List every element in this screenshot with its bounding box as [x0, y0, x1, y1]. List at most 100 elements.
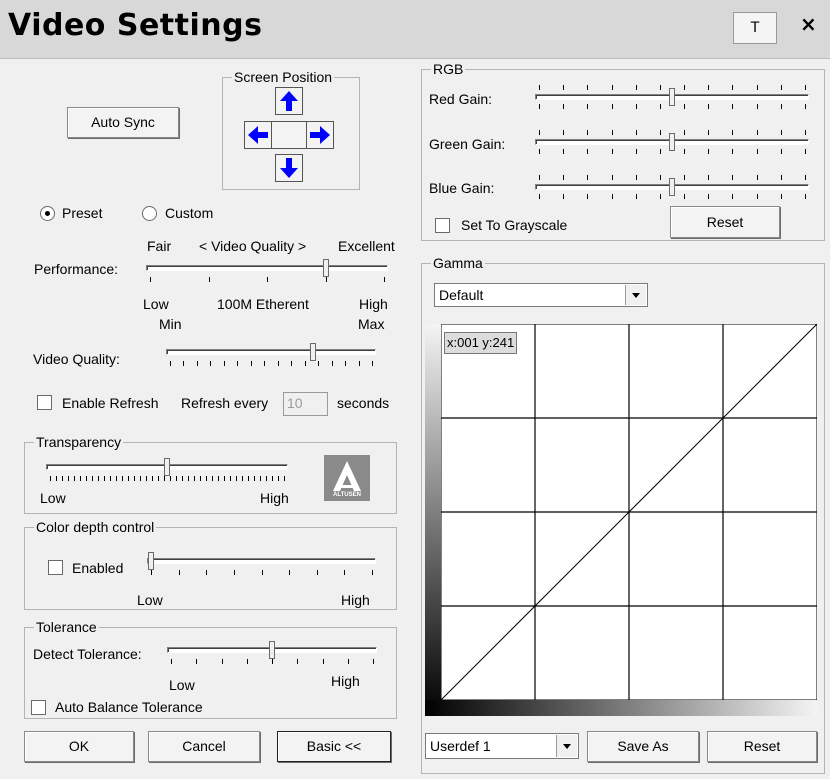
gamma-reset-button[interactable]: Reset: [707, 731, 817, 762]
slider-thumb[interactable]: [669, 178, 675, 196]
slider-tick: [805, 130, 806, 135]
slider-tick: [612, 175, 613, 180]
arrow-left-icon: [248, 126, 268, 144]
slider-tick: [237, 361, 238, 366]
slider-tick: [128, 476, 129, 481]
slider-thumb[interactable]: [164, 458, 170, 476]
slider-tick: [684, 104, 685, 109]
slider-tick: [587, 175, 588, 180]
slider-tick: [212, 476, 213, 481]
grayscale-checkbox[interactable]: [435, 218, 450, 233]
gamma-preset-select[interactable]: Default: [434, 283, 648, 307]
slider-tick: [266, 476, 267, 481]
gamma-profile-select[interactable]: Userdef 1: [425, 733, 579, 759]
slider-tick: [539, 194, 540, 199]
slider-tick: [62, 476, 63, 481]
slider-tick: [563, 175, 564, 180]
slider-tick: [660, 130, 661, 135]
slider-tick: [210, 361, 211, 366]
color-depth-slider[interactable]: [147, 552, 376, 582]
slider-tick: [68, 476, 69, 481]
move-up-button[interactable]: [275, 87, 303, 115]
color-depth-low-label: Low: [137, 592, 163, 608]
color-depth-legend: Color depth control: [34, 519, 157, 535]
slider-tick: [80, 476, 81, 481]
auto-sync-button[interactable]: Auto Sync: [67, 107, 179, 138]
enable-refresh-checkbox[interactable]: [37, 395, 52, 410]
slider-tick: [158, 476, 159, 481]
slider-tick: [684, 130, 685, 135]
slider-tick: [708, 175, 709, 180]
slider-thumb[interactable]: [310, 343, 316, 361]
tolerance-low-label: Low: [169, 677, 195, 693]
auto-balance-checkbox[interactable]: [31, 700, 46, 715]
video-quality-label: Video Quality:: [33, 351, 120, 367]
slider-tick: [563, 85, 564, 90]
performance-slider[interactable]: [146, 259, 388, 293]
preset-radio[interactable]: [40, 206, 55, 221]
ok-button[interactable]: OK: [24, 731, 134, 762]
slider-track: [147, 558, 376, 564]
custom-radio[interactable]: [142, 206, 157, 221]
slider-tick: [757, 149, 758, 154]
detect-tolerance-slider[interactable]: [167, 641, 377, 671]
slider-tick: [708, 130, 709, 135]
window-title: Video Settings: [8, 8, 263, 43]
dropdown-arrow-icon: [625, 285, 646, 305]
slider-thumb[interactable]: [269, 641, 275, 659]
color-depth-enabled-checkbox[interactable]: [48, 560, 63, 575]
slider-thumb[interactable]: [323, 259, 329, 277]
slider-tick: [262, 570, 263, 575]
slider-tick: [372, 361, 373, 366]
slider-tick: [732, 130, 733, 135]
slider-tick: [660, 104, 661, 109]
slider-tick: [757, 130, 758, 135]
tolerance-legend: Tolerance: [34, 619, 99, 635]
move-left-button[interactable]: [244, 121, 272, 149]
slider-thumb[interactable]: [148, 552, 154, 570]
slider-tick: [206, 476, 207, 481]
blue-gain-slider[interactable]: [535, 172, 809, 202]
arrow-right-icon: [310, 126, 330, 144]
gamma-curve-graph[interactable]: [441, 324, 817, 700]
slider-tick: [176, 476, 177, 481]
slider-thumb[interactable]: [669, 133, 675, 151]
arrow-up-icon: [280, 91, 298, 111]
slider-tick: [757, 85, 758, 90]
slider-tick: [781, 194, 782, 199]
detect-tolerance-label: Detect Tolerance:: [33, 646, 142, 662]
slider-tick: [348, 659, 349, 664]
slider-tick: [98, 476, 99, 481]
rgb-reset-button[interactable]: Reset: [670, 206, 780, 238]
slider-tick: [200, 476, 201, 481]
refresh-interval-input[interactable]: 10: [283, 392, 328, 416]
slider-tick: [805, 85, 806, 90]
slider-tick: [587, 104, 588, 109]
transparency-slider[interactable]: [46, 458, 288, 486]
close-button[interactable]: ×: [800, 12, 817, 36]
move-down-button[interactable]: [275, 154, 303, 182]
slider-thumb[interactable]: [669, 88, 675, 106]
green-gain-slider[interactable]: [535, 127, 809, 157]
move-right-button[interactable]: [306, 121, 334, 149]
slider-tick: [612, 104, 613, 109]
slider-tick: [170, 476, 171, 481]
slider-tick: [384, 277, 385, 282]
slider-tick: [636, 194, 637, 199]
slider-tick: [563, 149, 564, 154]
video-quality-slider[interactable]: [166, 343, 376, 373]
cancel-button[interactable]: Cancel: [148, 731, 260, 762]
pin-button[interactable]: T: [733, 12, 777, 44]
auto-balance-label: Auto Balance Tolerance: [55, 699, 203, 715]
basic-button[interactable]: Basic <<: [277, 731, 391, 762]
slider-tick: [197, 361, 198, 366]
red-gain-slider[interactable]: [535, 82, 809, 112]
slider-tick: [74, 476, 75, 481]
gamma-preset-value: Default: [439, 287, 484, 303]
slider-tick: [732, 175, 733, 180]
slider-tick: [317, 570, 318, 575]
slider-track: [166, 349, 376, 355]
green-gain-label: Green Gain:: [429, 136, 506, 152]
slider-tick: [92, 476, 93, 481]
save-as-button[interactable]: Save As: [587, 731, 699, 762]
